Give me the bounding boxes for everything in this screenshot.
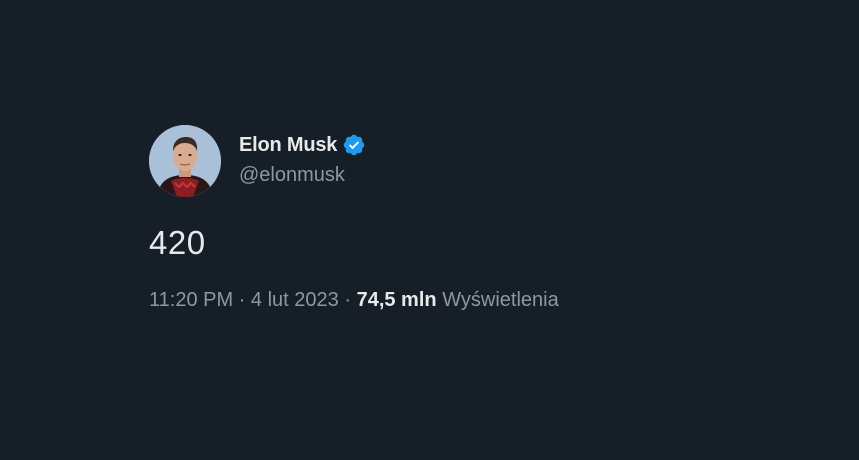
tweet-card: Elon Musk @elonmusk 420 11:20 PM · 4 lut…: [149, 125, 769, 312]
tweet-date[interactable]: 4 lut 2023: [251, 289, 339, 311]
author-handle[interactable]: @elonmusk: [239, 163, 366, 187]
tweet-text: 420: [149, 224, 206, 261]
meta-separator: ·: [344, 289, 352, 311]
tweet-time[interactable]: 11:20 PM: [149, 289, 233, 311]
author-names: Elon Musk @elonmusk: [239, 133, 366, 187]
avatar-image: [149, 125, 221, 197]
views-count: 74,5 mln: [356, 289, 437, 311]
tweet-header: Elon Musk @elonmusk: [149, 125, 769, 197]
tweet-page: Elon Musk @elonmusk 420 11:20 PM · 4 lut…: [0, 0, 859, 460]
name-row: Elon Musk: [239, 133, 366, 157]
tweet-meta: 11:20 PM · 4 lut 2023 · 74,5 mln Wyświet…: [149, 288, 769, 312]
verified-badge-icon[interactable]: [342, 133, 366, 157]
views-label: Wyświetlenia: [442, 289, 559, 311]
avatar[interactable]: [149, 125, 221, 197]
meta-separator: ·: [238, 289, 246, 311]
author-display-name[interactable]: Elon Musk: [239, 133, 337, 157]
